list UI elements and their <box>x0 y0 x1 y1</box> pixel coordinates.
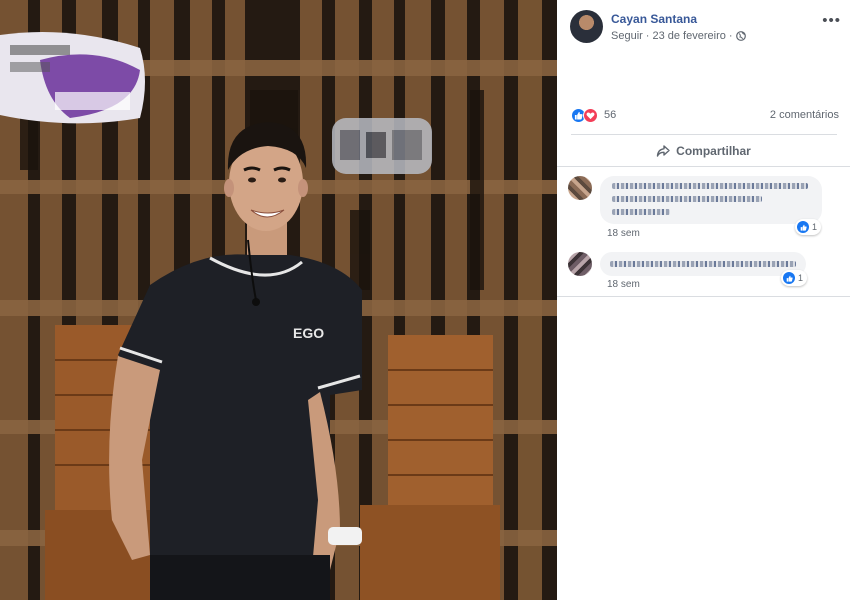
comments-count[interactable]: 2 comentários <box>770 109 839 121</box>
more-options-icon[interactable]: ••• <box>822 12 841 29</box>
blurred-comment-text <box>612 183 808 189</box>
post-date[interactable]: 23 de fevereiro <box>652 30 725 42</box>
meta-separator: · <box>645 30 650 42</box>
like-reaction-icon <box>783 272 795 284</box>
author-avatar[interactable] <box>570 10 603 43</box>
date-separator: · <box>728 30 733 42</box>
comment-reaction[interactable]: 1 <box>795 219 822 235</box>
comment-reaction-count: 1 <box>798 273 804 283</box>
follow-link[interactable]: Seguir <box>611 30 643 42</box>
reaction-count[interactable]: 56 <box>604 109 616 121</box>
comment-time[interactable]: 18 sem <box>607 228 640 239</box>
post-photo[interactable]: EGO <box>0 0 557 600</box>
share-button[interactable]: Compartilhar <box>557 140 850 162</box>
like-reaction-icon <box>797 221 809 233</box>
comment-bubble <box>600 252 806 276</box>
share-icon <box>656 145 670 157</box>
blurred-comment-text <box>612 209 670 215</box>
globe-icon <box>735 31 746 41</box>
post-sidebar: Cayan Santana Seguir · 23 de fevereiro ·… <box>557 0 850 600</box>
comments-divider <box>557 296 850 297</box>
reactions-divider <box>571 134 837 135</box>
comment-reaction-count: 1 <box>812 222 818 232</box>
comment-bubble <box>600 176 822 224</box>
reactions-row: 56 2 comentários <box>571 108 839 124</box>
comment-reaction[interactable]: 1 <box>781 270 808 286</box>
blurred-comment-text <box>610 261 796 267</box>
post-meta: Seguir · 23 de fevereiro · <box>611 30 746 42</box>
blurred-comment-text <box>612 196 762 202</box>
shirt-logo: EGO <box>293 325 324 341</box>
author-name[interactable]: Cayan Santana <box>611 12 697 26</box>
comment-time[interactable]: 18 sem <box>607 279 640 290</box>
actions-divider <box>557 166 850 167</box>
share-label: Compartilhar <box>676 144 751 158</box>
post-header: Cayan Santana Seguir · 23 de fevereiro ·… <box>570 10 840 44</box>
photo-scene: EGO <box>0 0 557 600</box>
love-reaction-icon <box>583 108 598 123</box>
reaction-icons[interactable] <box>571 108 598 123</box>
commenter-avatar[interactable] <box>568 176 592 200</box>
commenter-avatar[interactable] <box>568 252 592 276</box>
